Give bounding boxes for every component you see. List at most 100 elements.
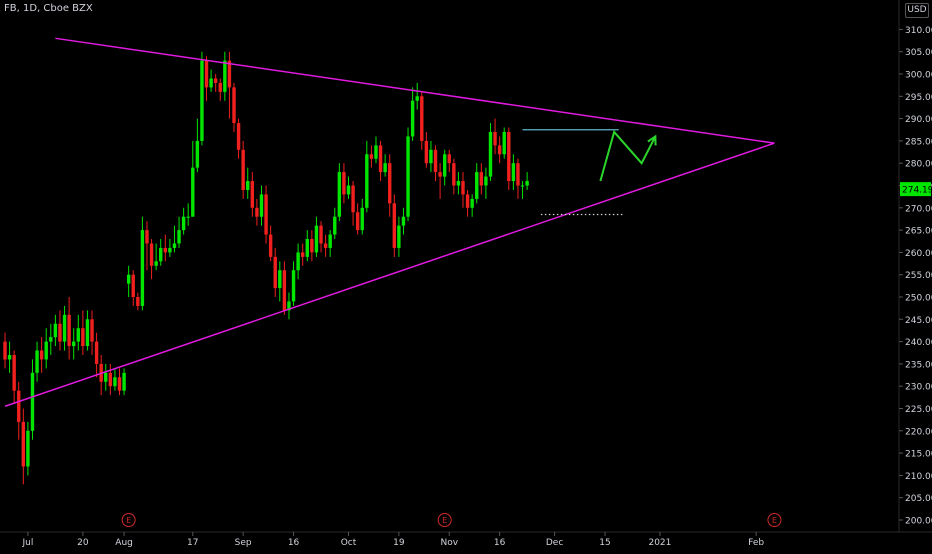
candle-body xyxy=(461,181,465,195)
x-tick-label: Dec xyxy=(546,538,563,548)
price-tag-value: 274.19 xyxy=(902,186,932,196)
x-tick-label: 17 xyxy=(187,538,198,548)
candle-body xyxy=(291,270,296,302)
candle-body xyxy=(383,163,387,173)
candle-body xyxy=(346,185,351,195)
candle-body xyxy=(456,181,461,186)
candle-body xyxy=(388,163,392,204)
y-tick-label: 260.00 xyxy=(905,249,932,259)
candle-body xyxy=(117,377,122,391)
x-tick-label: 19 xyxy=(393,538,405,548)
candle-body xyxy=(223,60,227,92)
y-tick-label: 200.00 xyxy=(905,517,932,527)
candle-body xyxy=(406,136,410,217)
candle-body xyxy=(351,185,355,213)
y-tick-label: 310.00 xyxy=(905,26,932,36)
candle-body xyxy=(484,176,488,186)
y-tick-label: 240.00 xyxy=(905,338,932,348)
earnings-marker-label: E xyxy=(442,516,447,525)
candle-body xyxy=(213,78,218,83)
candle-body xyxy=(355,212,360,231)
candle-body xyxy=(149,243,154,266)
candle-body xyxy=(72,341,76,347)
candle-body xyxy=(333,216,337,235)
candle-body xyxy=(62,314,67,342)
y-tick-label: 205.00 xyxy=(905,494,932,504)
x-tick-label: 20 xyxy=(77,538,89,548)
candle-body xyxy=(218,82,222,92)
candle-body xyxy=(497,145,502,155)
chart-area[interactable]: 200.00 205.00 210.00 215.00 220.00 225.00 230.… xyxy=(0,0,932,550)
candle-body xyxy=(168,247,172,253)
x-tick-label: 2021 xyxy=(648,538,671,548)
x-tick-label: Aug xyxy=(115,538,133,548)
y-tick-label: 220.00 xyxy=(905,427,932,437)
candle-body xyxy=(470,198,474,208)
candle-body xyxy=(53,323,58,338)
candle-body xyxy=(227,60,232,88)
x-tick-label: Sep xyxy=(235,538,252,548)
currency-badge[interactable]: USD xyxy=(905,3,929,18)
x-tick-label: Nov xyxy=(440,538,458,548)
candle-body xyxy=(181,216,186,231)
candle-body xyxy=(76,328,80,342)
candle-body xyxy=(429,149,433,164)
candle-body xyxy=(81,328,85,347)
earnings-marker-label: E xyxy=(772,516,777,525)
x-tick-label: Feb xyxy=(748,538,764,548)
candle-body xyxy=(410,100,415,137)
candle-body xyxy=(7,354,12,360)
candle-body xyxy=(282,270,287,311)
candle-body xyxy=(433,149,438,173)
y-tick-label: 250.00 xyxy=(905,294,932,304)
candle-body xyxy=(186,216,190,218)
candle-body xyxy=(177,230,181,244)
candle-body xyxy=(420,96,424,141)
candle-body xyxy=(58,323,62,342)
y-tick-label: 245.00 xyxy=(905,316,932,326)
candle-body xyxy=(49,337,53,342)
candle-body xyxy=(131,274,135,297)
upper-trendline xyxy=(55,37,775,144)
candle-body xyxy=(268,234,273,257)
candle-body xyxy=(250,181,255,208)
candle-body xyxy=(154,261,158,266)
candle-body xyxy=(301,252,305,257)
candle-body xyxy=(369,154,374,159)
candle-body xyxy=(39,350,44,360)
y-tick-label: 265.00 xyxy=(905,227,932,237)
x-tick-label: Jul xyxy=(21,538,33,548)
candle-body xyxy=(360,207,364,231)
candle-body xyxy=(365,154,369,208)
candle-body xyxy=(172,243,177,248)
candle-body xyxy=(90,319,94,342)
y-tick-label: 305.00 xyxy=(905,48,932,58)
x-tick-label: 16 xyxy=(494,538,506,548)
candle-body xyxy=(35,350,39,373)
candle-body xyxy=(273,256,277,289)
candle-body xyxy=(191,167,195,217)
candle-body xyxy=(511,163,516,182)
candle-body xyxy=(488,131,493,177)
candle-body xyxy=(259,194,264,217)
candle-body xyxy=(44,341,48,360)
candle-body xyxy=(342,172,346,195)
y-tick-label: 215.00 xyxy=(905,450,932,460)
candlestick-chart[interactable]: 200.00 205.00 210.00 215.00 220.00 225.00 230.… xyxy=(0,0,932,550)
earnings-marker-label: E xyxy=(126,516,131,525)
y-tick-label: 270.00 xyxy=(905,204,932,214)
y-tick-label: 255.00 xyxy=(905,271,932,281)
y-tick-label: 280.00 xyxy=(905,160,932,170)
candle-body xyxy=(296,252,300,271)
candle-body xyxy=(136,297,140,306)
candle-body xyxy=(159,247,163,262)
candle-body xyxy=(195,140,200,168)
candle-body xyxy=(401,216,406,226)
y-tick-label: 210.00 xyxy=(905,472,932,482)
y-tick-label: 285.00 xyxy=(905,137,932,147)
candle-body xyxy=(145,230,149,244)
candle-body xyxy=(236,123,241,150)
y-tick-label: 300.00 xyxy=(905,71,932,81)
candle-body xyxy=(3,341,7,360)
candle-body xyxy=(319,225,323,244)
